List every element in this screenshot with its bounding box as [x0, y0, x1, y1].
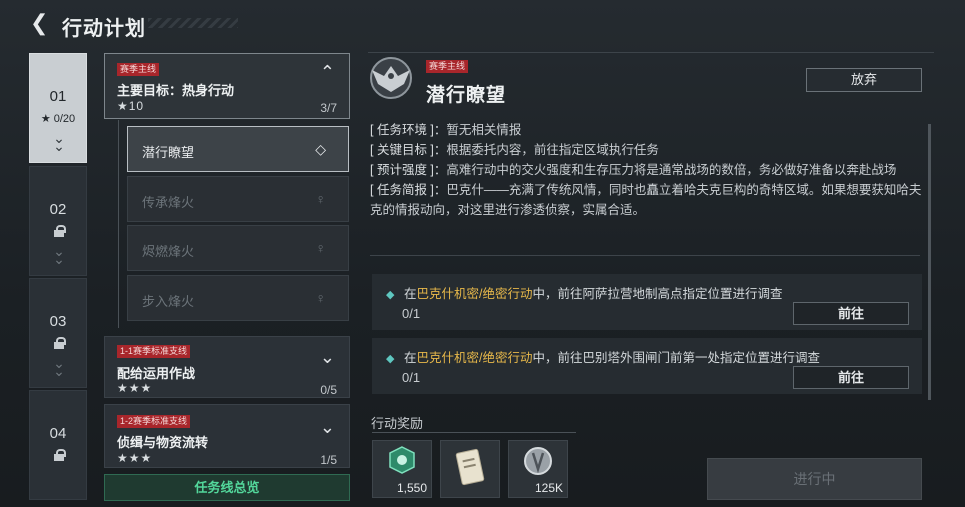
- document-card-icon: [455, 448, 485, 486]
- lock-icon: [54, 225, 66, 237]
- reward-amount: 1,550: [396, 481, 427, 495]
- reward-item[interactable]: 125K: [508, 440, 568, 498]
- mission-name: 配给运用作战: [117, 366, 196, 381]
- mission-stars: ★★★: [117, 381, 153, 395]
- tab-04[interactable]: 04: [29, 390, 87, 500]
- mission-overview-button[interactable]: 任务线总览: [104, 474, 350, 501]
- mission-stars: ★10: [117, 99, 145, 113]
- submission-label: 烬燃烽火: [142, 244, 195, 259]
- submission-item[interactable]: 传承烽火 ♀: [127, 176, 349, 222]
- submission-item[interactable]: 烬燃烽火 ♀: [127, 225, 349, 271]
- chevron-down-icon: ⌄ ⌄: [53, 130, 65, 154]
- info-row: [ 任务简报 ]：巴克什——充满了传统风情，同时也矗立着哈夫克巨构的奇特区域。如…: [370, 183, 922, 217]
- mission-progress: 1/5: [320, 453, 337, 467]
- medal-icon: ♀: [315, 290, 327, 306]
- task-description: ◆ 在巴克什机密/绝密行动中，前往阿萨拉营地制高点指定位置进行调查: [386, 287, 783, 301]
- tab-number: 03: [49, 313, 67, 330]
- go-button[interactable]: 前往: [793, 302, 909, 325]
- tab-number: 02: [49, 201, 67, 218]
- mission-name: 主要目标：热身行动: [117, 83, 235, 98]
- section-divider: [370, 255, 920, 256]
- chevron-down-icon: ⌄ ⌄: [53, 243, 65, 267]
- scrollbar[interactable]: [928, 124, 931, 400]
- task-item: ◆ 在巴克什机密/绝密行动中，前往巴别塔外围闸门前第一处指定位置进行调查 0/1 …: [372, 338, 922, 394]
- green-token-icon: [389, 446, 415, 474]
- mission-tag: 赛季主线: [426, 60, 469, 73]
- chevron-down-icon[interactable]: ⌄: [320, 347, 335, 368]
- mission-progress: 3/7: [320, 101, 337, 115]
- back-arrow-icon[interactable]: ❮: [30, 12, 50, 34]
- chevron-down-icon: ⌄ ⌄: [53, 355, 65, 379]
- mission-tag: 赛季主线: [117, 63, 160, 76]
- mission-stars: ★★★: [117, 451, 153, 465]
- chevron-up-icon[interactable]: ⌃: [320, 62, 335, 83]
- mission-tag: 1-2赛季标准支线: [117, 415, 191, 428]
- in-progress-button[interactable]: 进行中: [707, 458, 922, 500]
- submission-item[interactable]: 潜行瞭望 ◇: [127, 126, 349, 172]
- submission-label: 传承烽火: [142, 195, 195, 210]
- mission-progress: 0/5: [320, 383, 337, 397]
- mission-main[interactable]: 赛季主线 主要目标：热身行动 ★10 3/7 ⌃: [104, 53, 350, 119]
- abandon-button[interactable]: 放弃: [806, 68, 922, 92]
- tab-stars: ★ 0/20: [40, 113, 76, 125]
- rewards-underline: [372, 432, 576, 433]
- info-diamond-icon: ◆: [386, 289, 395, 301]
- target-diamond-icon: ◇: [315, 141, 326, 157]
- panel-divider: [368, 52, 934, 53]
- info-row: [ 任务环境 ]：暂无相关情报: [370, 123, 522, 137]
- tab-01[interactable]: 01 ★ 0/20 ⌄ ⌄: [29, 53, 87, 163]
- reward-item[interactable]: 1,550: [372, 440, 432, 498]
- lock-icon: [54, 337, 66, 349]
- mission-info: [ 任务环境 ]：暂无相关情报 [ 关键目标 ]：根据委托内容，前往指定区域执行…: [370, 120, 922, 220]
- lock-icon: [54, 449, 66, 461]
- task-count: 0/1: [402, 370, 421, 385]
- mission-name: 侦缉与物资流转: [117, 435, 209, 450]
- info-row: [ 关键目标 ]：根据委托内容，前往指定区域执行任务: [370, 143, 659, 157]
- tab-number: 04: [49, 425, 67, 442]
- tab-02[interactable]: 02 ⌄ ⌄: [29, 166, 87, 276]
- chevron-down-icon[interactable]: ⌄: [320, 417, 335, 438]
- medal-icon: ♀: [315, 240, 327, 256]
- page-title: 行动计划: [62, 18, 146, 40]
- title-decoration: [148, 18, 238, 28]
- submission-item[interactable]: 步入烽火 ♀: [127, 275, 349, 321]
- rewards-label: 行动奖励: [371, 416, 424, 431]
- mission-tag: 1-1赛季标准支线: [117, 345, 191, 358]
- reward-amount: 125K: [534, 481, 563, 495]
- info-diamond-icon: ◆: [386, 353, 395, 365]
- reward-item[interactable]: [440, 440, 500, 498]
- tab-03[interactable]: 03 ⌄ ⌄: [29, 278, 87, 388]
- tab-number: 01: [49, 88, 67, 105]
- top-bar: ❮ 行动计划: [0, 0, 965, 48]
- mission-title: 潜行瞭望: [426, 85, 507, 106]
- task-description: ◆ 在巴克什机密/绝密行动中，前往巴别塔外围闸门前第一处指定位置进行调查: [386, 351, 821, 365]
- task-item: ◆ 在巴克什机密/绝密行动中，前往阿萨拉营地制高点指定位置进行调查 0/1 前往: [372, 274, 922, 330]
- mission-side-1[interactable]: 1-1赛季标准支线 配给运用作战 ★★★ 0/5 ⌄: [104, 336, 350, 398]
- task-count: 0/1: [402, 306, 421, 321]
- submission-label: 步入烽火: [142, 294, 195, 309]
- medal-icon: ♀: [315, 191, 327, 207]
- silver-coin-icon: [524, 447, 552, 475]
- mission-side-2[interactable]: 1-2赛季标准支线 侦缉与物资流转 ★★★ 1/5 ⌄: [104, 404, 350, 468]
- info-row: [ 预计强度 ]：高难行动中的交火强度和生存压力将是通常战场的数倍，务必做好准备…: [370, 163, 897, 177]
- tree-line: [118, 120, 119, 328]
- eagle-emblem-icon: [370, 57, 412, 99]
- go-button[interactable]: 前往: [793, 366, 909, 389]
- submission-label: 潜行瞭望: [142, 145, 195, 160]
